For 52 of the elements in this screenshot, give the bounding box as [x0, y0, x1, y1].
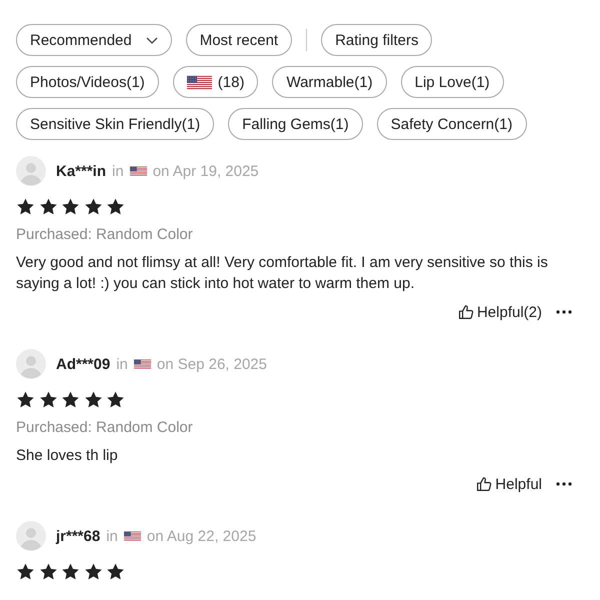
star-icon: [61, 562, 80, 581]
star-icon: [84, 390, 102, 409]
filter-chip[interactable]: Photos/Videos(1): [16, 66, 159, 98]
purchased-variant: Purchased: Random Color: [16, 225, 194, 245]
star-icon: [38, 562, 58, 581]
more-icon[interactable]: [556, 310, 572, 314]
helpful-button[interactable]: Helpful(2): [458, 304, 542, 320]
rating-filter-button[interactable]: Rating filters: [321, 24, 432, 56]
flag-icon: [134, 358, 151, 370]
star-icon: [38, 197, 58, 216]
filter-chip[interactable]: Lip Love(1): [400, 66, 504, 98]
star-icon: [16, 562, 35, 581]
country-prefix: in: [116, 356, 128, 372]
star-icon: [106, 197, 125, 216]
reviewer-name: jr***68: [56, 528, 100, 544]
filter-chip[interactable]: Safety Concern(1): [376, 108, 526, 140]
thumbs-up-icon: [476, 476, 492, 492]
helpful-button[interactable]: Helpful: [476, 476, 542, 492]
star-icon: [16, 197, 35, 216]
sort-dropdown[interactable]: Recommended: [16, 24, 172, 56]
star-icon: [84, 197, 102, 216]
reviewer-name: Ad***09: [56, 356, 110, 372]
star-icon: [61, 197, 80, 216]
star-icon: [84, 562, 102, 581]
star-icon: [106, 390, 125, 409]
star-icon: [61, 390, 80, 409]
flag-icon: [130, 165, 147, 177]
review-text: She loves th lip: [16, 446, 119, 466]
more-icon[interactable]: [556, 482, 572, 486]
star-icon: [16, 390, 35, 409]
avatar-icon: [16, 521, 46, 551]
star-icon: [106, 562, 125, 581]
review-date: on Apr 19, 2025: [152, 162, 259, 180]
reviewer-name: Ka***in: [56, 162, 106, 180]
filter-chip[interactable]: (18): [172, 66, 258, 98]
filter-chip[interactable]: Sensitive Skin Friendly(1): [16, 108, 214, 140]
avatar-icon: [16, 349, 46, 379]
country-prefix: in: [112, 162, 124, 180]
filter-chip[interactable]: Warmable(1): [272, 66, 387, 98]
review-date: on Aug 22, 2025: [146, 528, 256, 544]
avatar-icon: [16, 156, 46, 186]
sort-button[interactable]: Most recent: [186, 24, 292, 56]
country-prefix: in: [106, 528, 118, 544]
chevron-down-icon: [146, 36, 158, 44]
purchased-variant: Purchased: Random Color: [16, 418, 194, 438]
thumbs-up-icon: [458, 304, 474, 320]
review-date: on Sep 26, 2025: [156, 356, 267, 372]
flag-icon: [186, 74, 212, 90]
star-icon: [38, 390, 58, 409]
flag-icon: [124, 530, 141, 542]
filter-chip[interactable]: Falling Gems(1): [228, 108, 363, 140]
review-text: Very good and not flimsy at all! Very comfortable fit. I am very sensitive so this is saying a lot! :) you can stick into hot water to warm them up.: [16, 253, 549, 294]
